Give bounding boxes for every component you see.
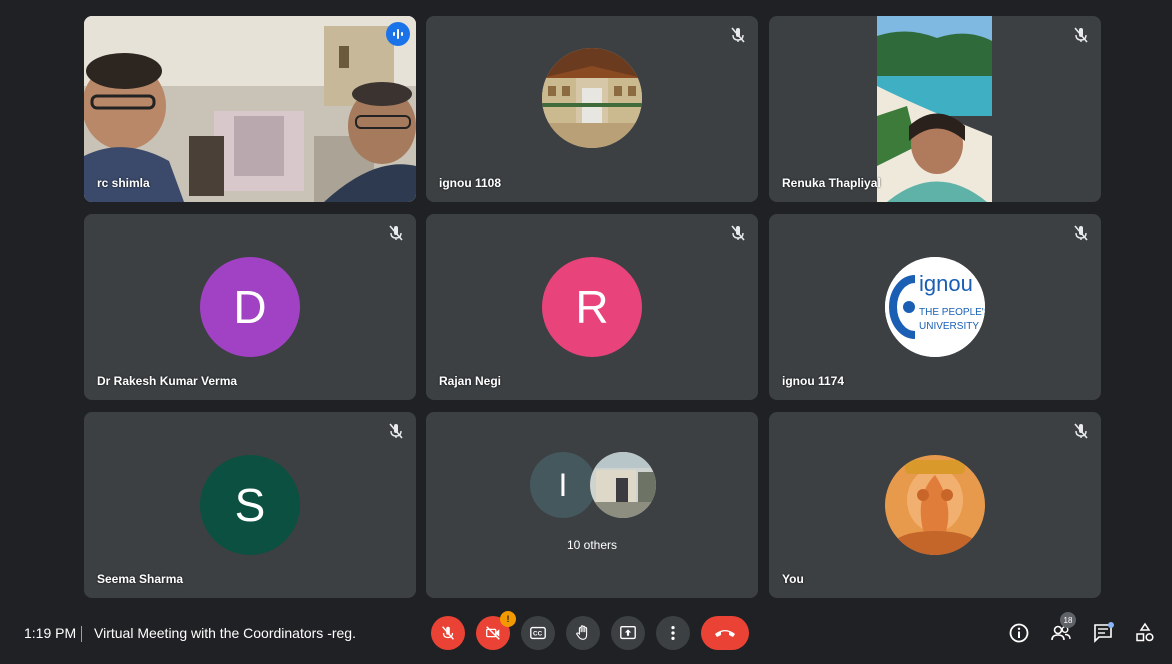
participant-tile-ignou-1108[interactable]: ignou 1108: [426, 16, 758, 202]
avatar-initial: I: [530, 452, 596, 518]
camera-off-icon: [486, 626, 500, 640]
hang-up-icon: [715, 630, 735, 637]
ignou-logo-avatar: ignou THE PEOPLE'S UNIVERSITY: [885, 257, 985, 357]
mic-off-icon: [442, 626, 454, 640]
avatar-initial: R: [542, 257, 642, 357]
participant-name: Rajan Negi: [439, 374, 502, 388]
avatar-photo: [590, 452, 656, 518]
leave-call-button[interactable]: [701, 616, 749, 650]
control-bar: 1:19 PM Virtual Meeting with the Coordin…: [0, 604, 1172, 664]
activities-button[interactable]: [1132, 620, 1158, 646]
participant-tile-others[interactable]: I 10 others: [426, 412, 758, 598]
avatar-initial: S: [200, 455, 300, 555]
present-screen-button[interactable]: [611, 616, 645, 650]
svg-text:CC: CC: [533, 631, 543, 638]
raise-hand-button[interactable]: [566, 616, 600, 650]
participant-name: rc shimla: [97, 176, 150, 190]
participant-tile-you[interactable]: You: [769, 412, 1101, 598]
people-button[interactable]: 18: [1048, 612, 1076, 646]
more-options-button[interactable]: [656, 616, 690, 650]
participant-tile-renuka-thapliyal[interactable]: Renuka Thapliyal: [769, 16, 1101, 202]
meeting-details-button[interactable]: [1006, 620, 1032, 646]
more-vert-icon: [671, 625, 675, 641]
participant-name: Seema Sharma: [97, 572, 184, 586]
mic-off-icon: [1074, 27, 1088, 43]
present-icon: [620, 626, 636, 640]
chat-button[interactable]: [1090, 620, 1116, 646]
mic-toggle-button[interactable]: [431, 616, 465, 650]
avatar-photo: [542, 47, 642, 148]
mic-off-icon: [389, 423, 403, 439]
info-icon: [1009, 623, 1029, 643]
unread-dot: [1108, 622, 1114, 628]
mic-off-icon: [731, 27, 745, 43]
divider: [81, 626, 82, 642]
meeting-clock: 1:19 PM: [24, 625, 77, 641]
logo-subtext: UNIVERSITY: [919, 321, 979, 332]
participant-name: Renuka Thapliyal: [782, 176, 881, 190]
captions-icon: CC: [530, 626, 546, 640]
participant-tile-rc-shimla[interactable]: rc shimla: [84, 16, 416, 202]
participant-name: ignou 1174: [782, 374, 845, 388]
meeting-stage: rc shimla ignou 1108 Renuka Thapliyal D …: [0, 0, 1172, 664]
mic-off-icon: [389, 225, 403, 241]
mic-off-icon: [1074, 423, 1088, 439]
logo-subtext: THE PEOPLE'S: [919, 307, 985, 318]
video-feed: [877, 16, 992, 202]
participant-name: ignou 1108: [439, 176, 502, 190]
participant-tile-rajan-negi[interactable]: R Rajan Negi: [426, 214, 758, 400]
meeting-title: Virtual Meeting with the Coordinators -r…: [94, 625, 356, 641]
participants-count-badge: 18: [1060, 612, 1076, 628]
participant-tile-ignou-1174[interactable]: ignou THE PEOPLE'S UNIVERSITY ignou 1174: [769, 214, 1101, 400]
others-avatar-stack: I: [530, 452, 660, 520]
logo-text: ignou: [919, 271, 973, 296]
notification-badge: !: [500, 611, 516, 627]
participant-tile-seema-sharma[interactable]: S Seema Sharma: [84, 412, 416, 598]
mic-off-icon: [1074, 225, 1088, 241]
video-feed: [84, 16, 416, 202]
camera-toggle-button[interactable]: !: [476, 611, 516, 650]
captions-button[interactable]: CC: [521, 616, 555, 650]
others-count-label: 10 others: [566, 538, 618, 552]
activities-icon: [1136, 622, 1154, 642]
participant-name: Dr Rakesh Kumar Verma: [97, 374, 238, 388]
avatar-photo: [885, 455, 985, 555]
raise-hand-icon: [576, 625, 588, 640]
participant-tile-dr-rakesh-kumar-verma[interactable]: D Dr Rakesh Kumar Verma: [84, 214, 416, 400]
participant-name: You: [782, 572, 804, 586]
avatar-initial: D: [200, 257, 300, 357]
speaking-indicator-icon: [386, 22, 410, 46]
mic-off-icon: [731, 225, 745, 241]
